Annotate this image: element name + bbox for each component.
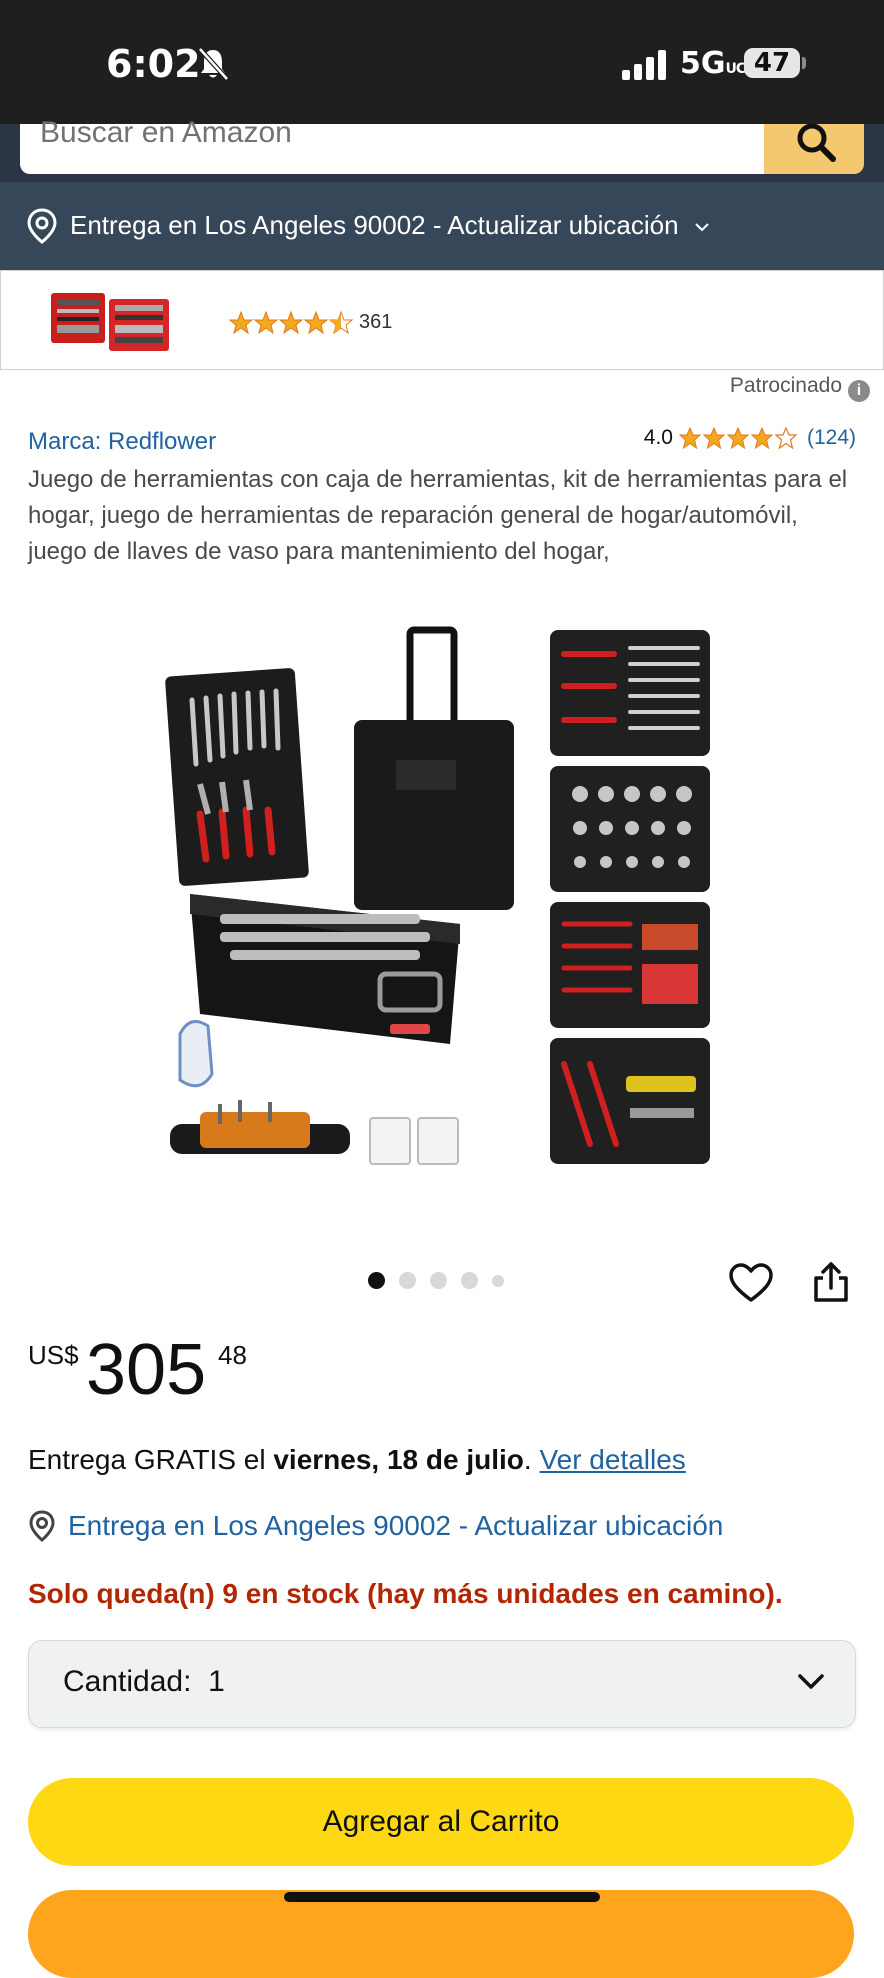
chevron-down-icon [695, 223, 709, 232]
quantity-select[interactable]: Cantidad: 1 [28, 1640, 856, 1728]
price-whole: 305 [86, 1330, 207, 1410]
quantity-label: Cantidad: 1 [63, 1665, 225, 1698]
banner-review-count: 361 [359, 311, 393, 333]
delivery-prefix: Entrega GRATIS el [28, 1444, 274, 1475]
heart-icon[interactable] [728, 1262, 774, 1304]
delivery-suffix: . [523, 1444, 540, 1475]
star-rating-icon [229, 311, 353, 335]
battery-indicator: 47 [744, 48, 800, 78]
product-image[interactable] [160, 624, 720, 1184]
location-pin-icon [27, 208, 57, 244]
carousel-dot[interactable] [492, 1274, 504, 1287]
delivery-location-link[interactable]: Entrega en Los Angeles 90002 - Actualiza… [28, 1510, 723, 1542]
delivery-info: Entrega GRATIS el viernes, 18 de julio. … [28, 1444, 686, 1476]
stock-status: Solo queda(n) 9 en stock (hay más unidad… [28, 1578, 783, 1609]
delivery-date: viernes, 18 de julio [273, 1444, 524, 1475]
info-icon: i [848, 380, 870, 402]
carousel-dot[interactable] [461, 1272, 478, 1289]
rating-count: (124) [806, 426, 856, 449]
network-indicator: 5GUC [680, 46, 746, 81]
sponsored-text: Patrocinado [729, 374, 842, 397]
search-input[interactable]: Buscar en Amazon [20, 116, 764, 174]
battery-tip [802, 57, 806, 69]
share-icon[interactable] [810, 1260, 852, 1304]
location-pin-icon [29, 1510, 55, 1542]
quantity-value: 1 [208, 1665, 225, 1698]
brand-link[interactable]: Marca: Redflower [28, 428, 216, 456]
product-title[interactable]: Juego de herramientas con caja de herram… [28, 462, 858, 570]
sponsored-banner[interactable]: 361 [0, 270, 884, 370]
delivery-details-link[interactable]: Ver detalles [539, 1444, 685, 1475]
delivery-location-text: Entrega en Los Angeles 90002 - Actualiza… [68, 1510, 724, 1541]
delivery-location-text: Entrega en Los Angeles 90002 - Actualiza… [70, 210, 679, 240]
status-time: 6:02 [106, 42, 201, 86]
carousel-dot[interactable] [430, 1272, 447, 1289]
search-button[interactable] [764, 123, 864, 174]
signal-icon [622, 50, 666, 80]
toolkit-thumbnail [51, 293, 169, 351]
bell-muted-icon [198, 47, 229, 81]
status-bar: 6:02 5GUC 47 [0, 0, 884, 124]
add-to-cart-label: Agregar al Carrito [322, 1805, 560, 1838]
search-icon [797, 123, 836, 162]
sponsored-label[interactable]: Patrocinado i [730, 374, 870, 402]
home-indicator[interactable] [284, 1892, 600, 1902]
rating-value: 4.0 [643, 426, 673, 449]
product-rating[interactable]: 4.0 (124) [644, 426, 856, 450]
delivery-location-bar[interactable]: Entrega en Los Angeles 90002 - Actualiza… [0, 182, 884, 270]
carousel-dot[interactable] [368, 1272, 385, 1289]
search-bar: Buscar en Amazon [0, 116, 884, 182]
buy-now-button[interactable] [28, 1890, 854, 1978]
price-currency: US$ [28, 1340, 79, 1370]
search-placeholder: Buscar en Amazon [40, 116, 292, 149]
price-fraction: 48 [218, 1340, 247, 1370]
add-to-cart-button[interactable]: Agregar al Carrito [28, 1778, 854, 1866]
carousel-dot[interactable] [399, 1272, 416, 1289]
star-rating-icon [678, 427, 798, 449]
image-carousel-indicator[interactable] [368, 1272, 504, 1289]
chevron-down-icon [798, 1674, 824, 1689]
